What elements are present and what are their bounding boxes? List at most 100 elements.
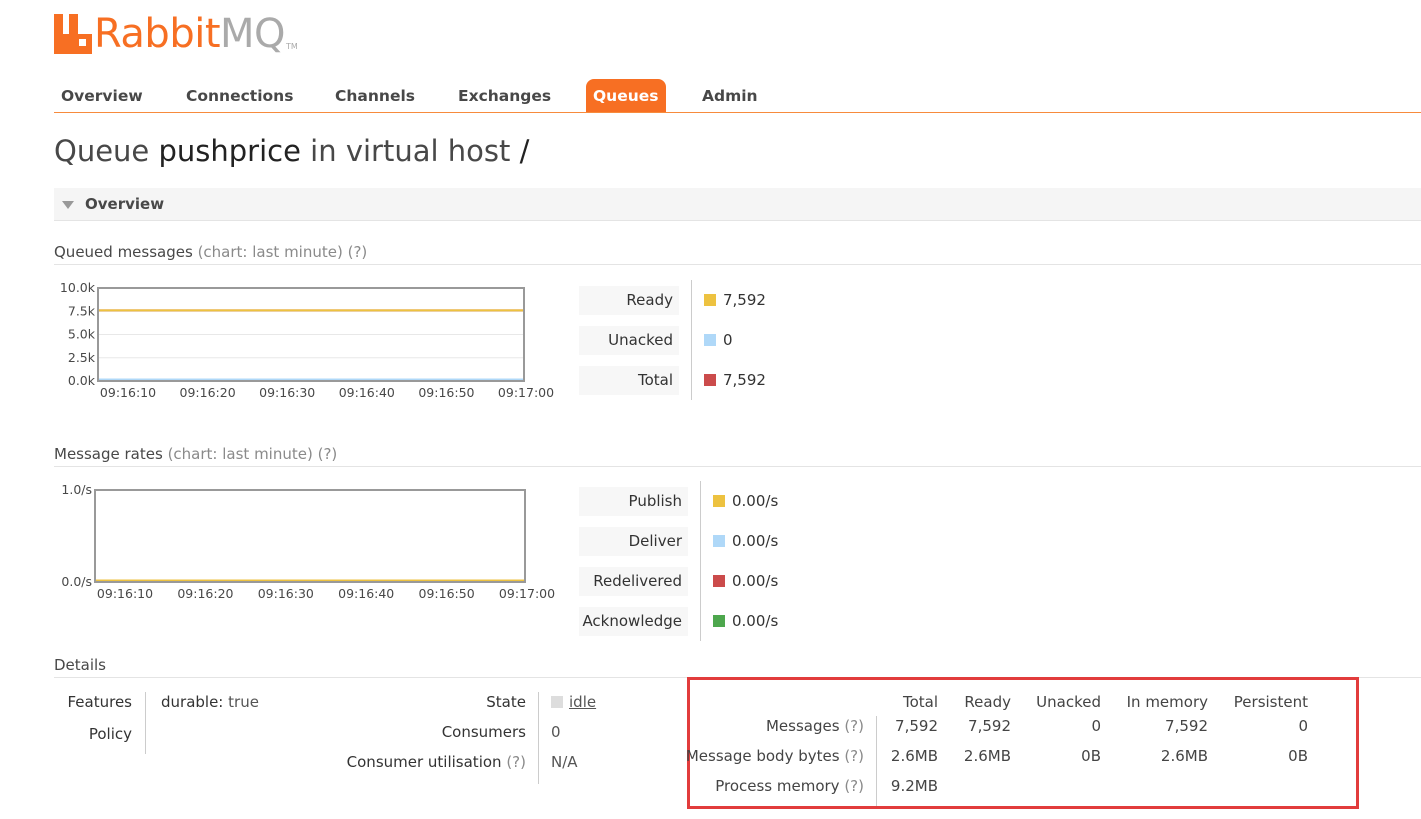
- rabbitmq-logo: RabbitMQ TM: [54, 10, 298, 54]
- logo-text: RabbitMQ: [94, 11, 286, 57]
- tab-admin[interactable]: Admin: [695, 79, 765, 112]
- ready-count: 7,592: [723, 291, 766, 309]
- acknowledge-rate: 0.00/s: [732, 612, 779, 630]
- help-link[interactable]: (?): [844, 777, 864, 795]
- collapse-triangle-icon: [62, 201, 74, 209]
- legend-redelivered: Redelivered: [579, 567, 688, 596]
- rates-chart-y-tick: 1.0/s: [61, 482, 92, 497]
- queue-name: pushprice: [158, 134, 301, 168]
- details-heading: Details: [54, 656, 1421, 678]
- state-idle-link[interactable]: idle: [569, 693, 596, 711]
- state-label: State: [486, 693, 526, 711]
- logo-trademark: TM: [286, 42, 298, 51]
- legend-ready: Ready: [579, 286, 679, 315]
- ready-swatch: [704, 294, 716, 306]
- queued-chart-y-tick: 10.0k: [60, 280, 96, 295]
- col-header-persistent: Persistent: [1233, 693, 1308, 711]
- col-header-in-memory: In memory: [1126, 693, 1208, 711]
- help-link[interactable]: (?): [348, 243, 368, 261]
- tab-queues[interactable]: Queues: [586, 79, 666, 112]
- queued-chart-x-tick: 09:17:00: [498, 385, 554, 400]
- policy-label: Policy: [88, 725, 132, 743]
- help-link[interactable]: (?): [844, 747, 864, 765]
- col-header-unacked: Unacked: [1036, 693, 1101, 711]
- queued-chart-y-tick: 0.0k: [68, 373, 96, 388]
- col-header-ready: Ready: [964, 693, 1011, 711]
- queued-chart-y-tick: 2.5k: [68, 350, 96, 365]
- page-title: Queue pushprice in virtual host /: [54, 134, 530, 168]
- bytes-persistent: 0B: [1288, 747, 1308, 765]
- queued-chart-y-tick: 7.5k: [68, 303, 96, 318]
- main-nav: Overview Connections Channels Exchanges …: [54, 79, 1421, 113]
- tab-exchanges[interactable]: Exchanges: [451, 79, 558, 112]
- features-value: durable: true: [161, 693, 259, 711]
- messages-unacked: 0: [1091, 717, 1101, 735]
- message-rates-chart: 0.0/s 1.0/s 09:16:10 09:16:20 09:16:30 09:16:…: [54, 482, 564, 607]
- rates-chart-x-tick: 09:16:10: [97, 586, 153, 601]
- queued-chart-x-tick: 09:16:30: [259, 385, 315, 400]
- bytes-ready: 2.6MB: [963, 747, 1011, 765]
- redelivered-swatch: [713, 575, 725, 587]
- consumers-value: 0: [551, 723, 561, 741]
- messages-in-memory: 7,592: [1165, 717, 1208, 735]
- chart-range-link[interactable]: (chart: last minute): [198, 243, 343, 261]
- rabbit-logo-icon: [54, 14, 92, 54]
- bytes-unacked: 0B: [1081, 747, 1101, 765]
- features-label: Features: [67, 693, 133, 711]
- help-link[interactable]: (?): [844, 717, 864, 735]
- table-separator: [876, 716, 877, 806]
- tab-channels[interactable]: Channels: [328, 79, 422, 112]
- queued-chart-x-tick: 09:16:50: [418, 385, 474, 400]
- row-label-process-memory: Process memory (?): [715, 777, 864, 795]
- queued-chart-x-tick: 09:16:10: [100, 385, 156, 400]
- legend-deliver: Deliver: [579, 527, 688, 556]
- legend-acknowledge: Acknowledge: [579, 607, 688, 636]
- consumer-utilisation-value: N/A: [551, 753, 578, 771]
- rates-chart-x-tick: 09:17:00: [499, 586, 555, 601]
- messages-ready: 7,592: [968, 717, 1011, 735]
- rates-chart-x-tick: 09:16:20: [177, 586, 233, 601]
- bytes-in-memory: 2.6MB: [1160, 747, 1208, 765]
- overview-section-toggle[interactable]: Overview: [54, 188, 1421, 221]
- chart-range-link[interactable]: (chart: last minute): [168, 445, 313, 463]
- consumer-utilisation-label: Consumer utilisation (?): [346, 753, 526, 771]
- help-link[interactable]: (?): [506, 753, 526, 771]
- publish-swatch: [713, 495, 725, 507]
- publish-rate: 0.00/s: [732, 492, 779, 510]
- legend-separator: [700, 481, 701, 641]
- legend-separator: [691, 280, 692, 400]
- total-swatch: [704, 374, 716, 386]
- section-title: Overview: [85, 195, 165, 213]
- legend-publish: Publish: [579, 487, 688, 516]
- consumers-label: Consumers: [441, 723, 526, 741]
- bytes-total: 2.6MB: [890, 747, 938, 765]
- queued-messages-heading: Queued messages (chart: last minute) (?): [54, 243, 1421, 265]
- vhost-name: /: [519, 134, 530, 168]
- message-rates-heading: Message rates (chart: last minute) (?): [54, 445, 1421, 467]
- tab-connections[interactable]: Connections: [179, 79, 300, 112]
- help-link[interactable]: (?): [318, 445, 338, 463]
- rates-chart-x-tick: 09:16:40: [338, 586, 394, 601]
- queued-chart-x-tick: 09:16:20: [180, 385, 236, 400]
- state-indicator: [551, 696, 563, 708]
- queued-chart-x-tick: 09:16:40: [339, 385, 395, 400]
- row-label-message-body-bytes: Message body bytes (?): [685, 747, 864, 765]
- row-label-messages: Messages (?): [765, 717, 864, 735]
- legend-unacked: Unacked: [579, 326, 679, 355]
- acknowledge-swatch: [713, 615, 725, 627]
- rates-chart-x-tick: 09:16:50: [419, 586, 475, 601]
- tab-overview[interactable]: Overview: [54, 79, 150, 112]
- queued-messages-chart: 0.0k 2.5k 5.0k 7.5k 10.0k 09:16:10 09:16:20 09:…: [54, 280, 554, 405]
- queued-chart-y-tick: 5.0k: [68, 327, 96, 342]
- details-separator: [538, 692, 539, 784]
- unacked-count: 0: [723, 331, 733, 349]
- details-separator: [145, 692, 146, 754]
- col-header-total: Total: [902, 693, 938, 711]
- total-count: 7,592: [723, 371, 766, 389]
- deliver-rate: 0.00/s: [732, 532, 779, 550]
- messages-total: 7,592: [895, 717, 938, 735]
- unacked-swatch: [704, 334, 716, 346]
- redelivered-rate: 0.00/s: [732, 572, 779, 590]
- rates-chart-y-tick: 0.0/s: [61, 574, 92, 589]
- process-memory-total: 9.2MB: [890, 777, 938, 795]
